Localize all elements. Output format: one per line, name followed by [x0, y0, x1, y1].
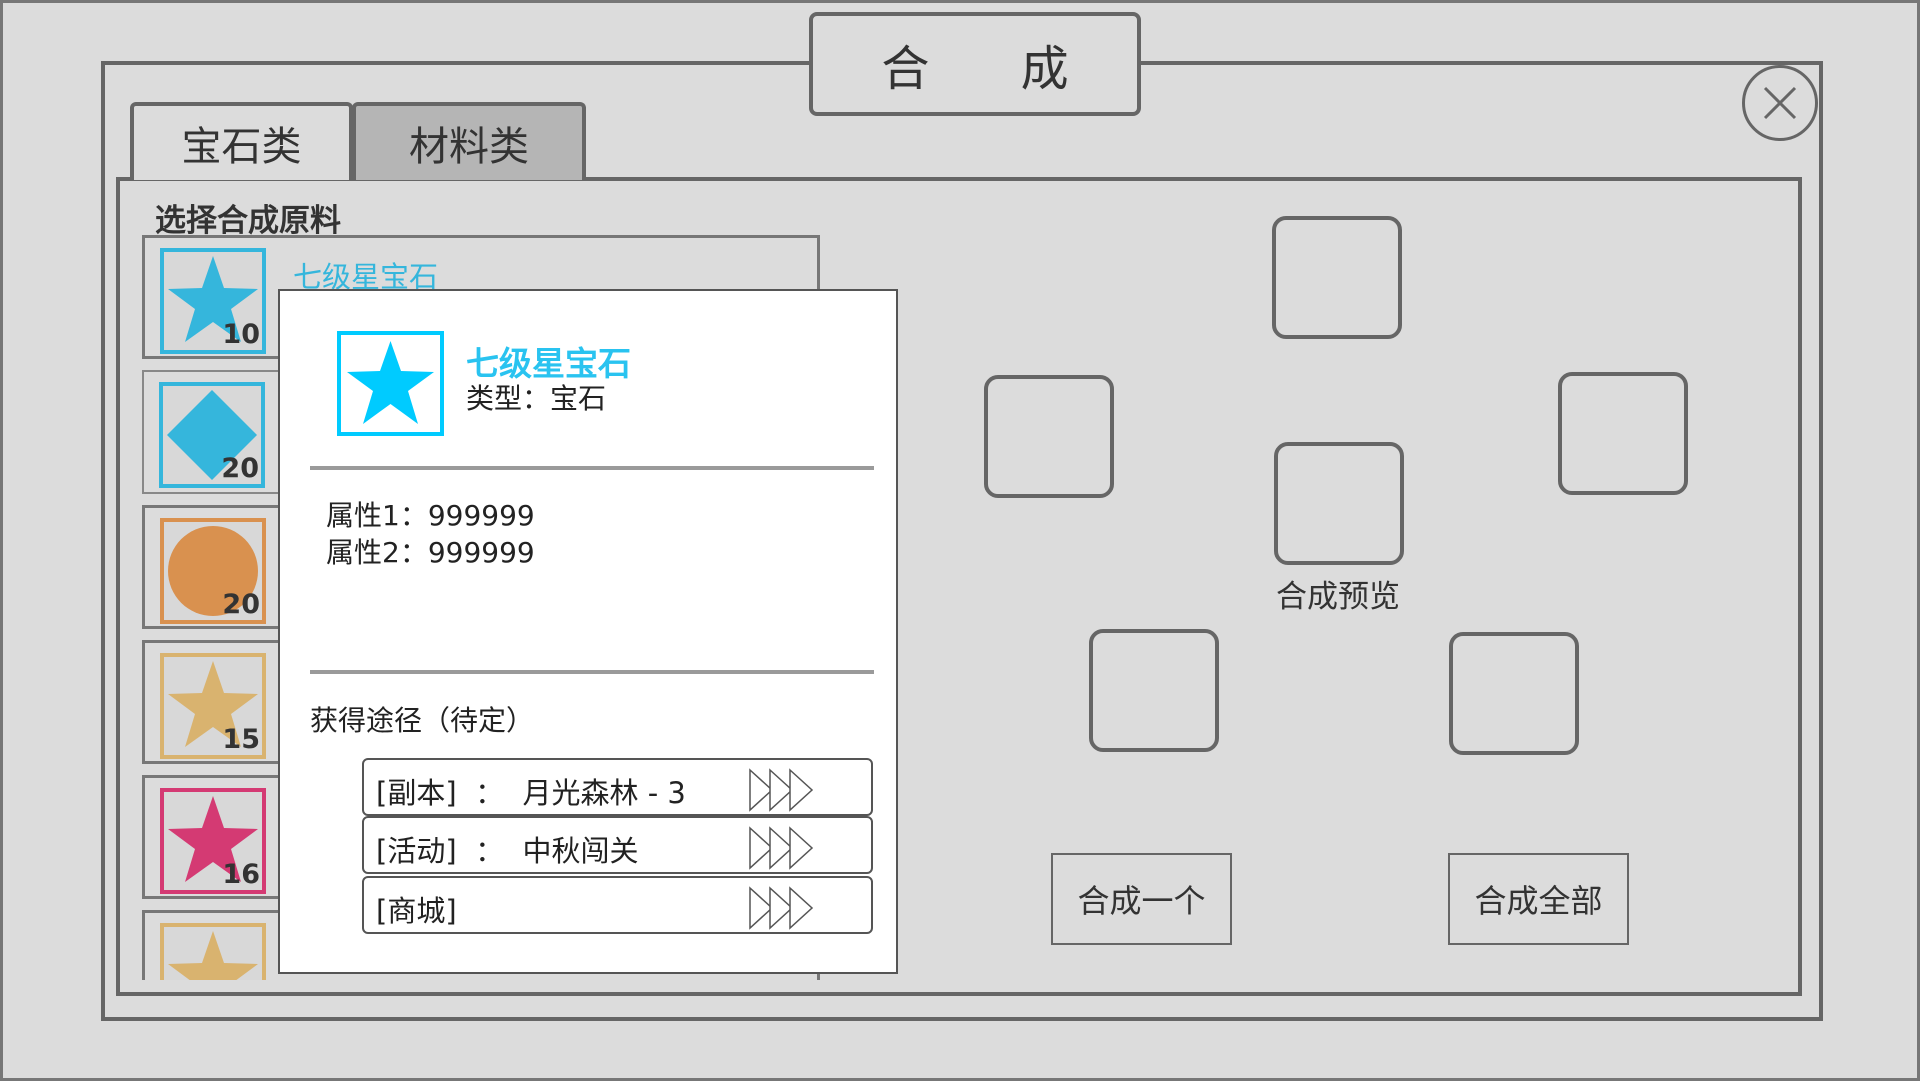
star-icon	[168, 931, 258, 980]
preview-label: 合成预览	[1276, 579, 1400, 615]
tooltip-item-type: 类型：宝石	[466, 382, 607, 415]
synth-one-button[interactable]: 合成一个	[1051, 853, 1232, 945]
tooltip-source-heading: 获得途径（待定）	[310, 704, 535, 737]
item-count: 10	[222, 319, 260, 350]
material-slot-left[interactable]	[984, 375, 1114, 498]
material-slot-right[interactable]	[1558, 372, 1688, 495]
material-thumbnail: 20	[159, 382, 265, 488]
item-count: 20	[221, 453, 259, 484]
close-button[interactable]	[1742, 65, 1818, 141]
item-count: 15	[222, 724, 260, 755]
source-label: [活动] ： 中秋闯关	[376, 834, 639, 868]
go-arrows-icon	[749, 826, 814, 870]
tooltip-item-icon	[337, 331, 444, 436]
source-button-shop[interactable]: [商城]	[362, 876, 873, 934]
tab-materials[interactable]: 材料类	[352, 102, 586, 180]
source-button-event[interactable]: [活动] ： 中秋闯关	[362, 816, 873, 874]
item-detail-tooltip: 七级星宝石 类型：宝石 属性1：999999 属性2：999999 获得途径（待…	[278, 289, 898, 974]
star-icon	[347, 341, 434, 424]
item-count: 20	[222, 589, 260, 620]
tooltip-divider	[310, 466, 874, 470]
material-thumbnail: 20	[160, 518, 266, 624]
source-label: [商城]	[376, 894, 457, 928]
material-thumbnail: 15	[160, 653, 266, 759]
close-icon	[1763, 86, 1797, 120]
material-thumbnail	[160, 923, 266, 980]
synth-all-button[interactable]: 合成全部	[1448, 853, 1629, 945]
go-arrows-icon	[749, 886, 814, 930]
material-slot-bottom-left[interactable]	[1089, 629, 1219, 752]
go-arrows-icon	[749, 768, 814, 812]
source-label: [副本] ： 月光森林 - 3	[376, 776, 686, 810]
tab-gems[interactable]: 宝石类	[130, 102, 353, 180]
tooltip-attribute: 属性1：999999	[326, 499, 535, 532]
preview-slot	[1274, 442, 1404, 565]
material-list-heading: 选择合成原料	[155, 203, 341, 239]
source-button-dungeon[interactable]: [副本] ： 月光森林 - 3	[362, 758, 873, 816]
material-thumbnail: 16	[160, 788, 266, 894]
material-thumbnail: 10	[160, 248, 266, 354]
window-title: 合 成	[809, 12, 1141, 116]
tooltip-attribute: 属性2：999999	[326, 536, 535, 569]
material-slot-top[interactable]	[1272, 216, 1402, 339]
tooltip-divider	[310, 670, 874, 674]
material-slot-bottom-right[interactable]	[1449, 632, 1579, 755]
item-count: 16	[222, 859, 260, 890]
